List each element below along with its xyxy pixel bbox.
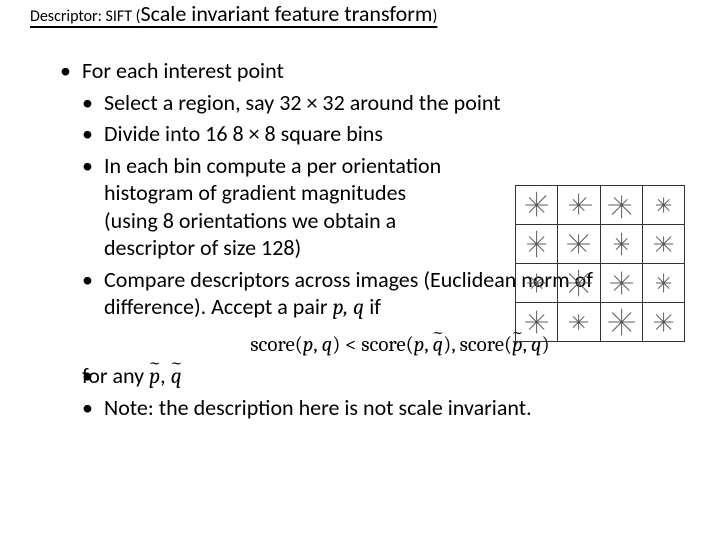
title-sub: Scale invariant feature transform [141, 0, 433, 27]
bullet-note: Note: the description here is not scale … [60, 394, 680, 422]
grid-cell [600, 225, 642, 264]
grid-cell [642, 186, 684, 225]
bullet-text: In each bin compute a per orientation hi… [104, 152, 441, 262]
bullet-divide: Divide into 16 8 × 8 square bins [60, 120, 680, 148]
grid-cell [600, 186, 642, 225]
bullet-text: Select a region, say 32 × 32 around the … [104, 89, 501, 116]
forany-pt: p [149, 363, 160, 391]
f2: ) < score( [332, 333, 413, 357]
forany-qt: q [171, 363, 182, 391]
title-close: ) [432, 7, 437, 26]
grid-cell [642, 225, 684, 264]
sift-grid-figure [515, 185, 685, 342]
f1: score( [250, 333, 302, 357]
grid-cell [642, 303, 684, 342]
bullet-if: if [364, 293, 381, 320]
grid-cell [558, 225, 600, 264]
fc1: , [313, 333, 321, 357]
bullet-text: Divide into 16 8 × 8 square bins [104, 120, 383, 147]
grid-cell [558, 303, 600, 342]
grid-cell [516, 264, 558, 303]
title-main: Descriptor: SIFT ( [30, 7, 141, 26]
fp2: p [414, 333, 425, 357]
grid-cell [600, 303, 642, 342]
bullet-select-region: Select a region, say 32 × 32 around the … [60, 89, 680, 117]
forany-text: for any [82, 362, 149, 389]
sift-grid-table [515, 185, 685, 342]
fq: q [322, 333, 333, 357]
note-text: Note: the description here is not scale … [104, 394, 532, 421]
grid-cell [558, 264, 600, 303]
math-pq: p, q [333, 294, 365, 320]
grid-cell [642, 264, 684, 303]
bullet-text: For each interest point [82, 57, 284, 84]
fqt: q [433, 332, 444, 358]
grid-cell [516, 186, 558, 225]
bullet-histogram: In each bin compute a per orientation hi… [60, 152, 460, 262]
f3: ), score( [443, 333, 512, 357]
fp: p [303, 333, 314, 357]
slide-title: Descriptor: SIFT (Scale invariant featur… [0, 0, 720, 27]
grid-cell [516, 303, 558, 342]
bullet-forany: for any p, q [60, 362, 680, 391]
grid-cell [516, 225, 558, 264]
grid-cell [600, 264, 642, 303]
bullet-main: For each interest point [60, 57, 680, 85]
grid-cell [558, 186, 600, 225]
